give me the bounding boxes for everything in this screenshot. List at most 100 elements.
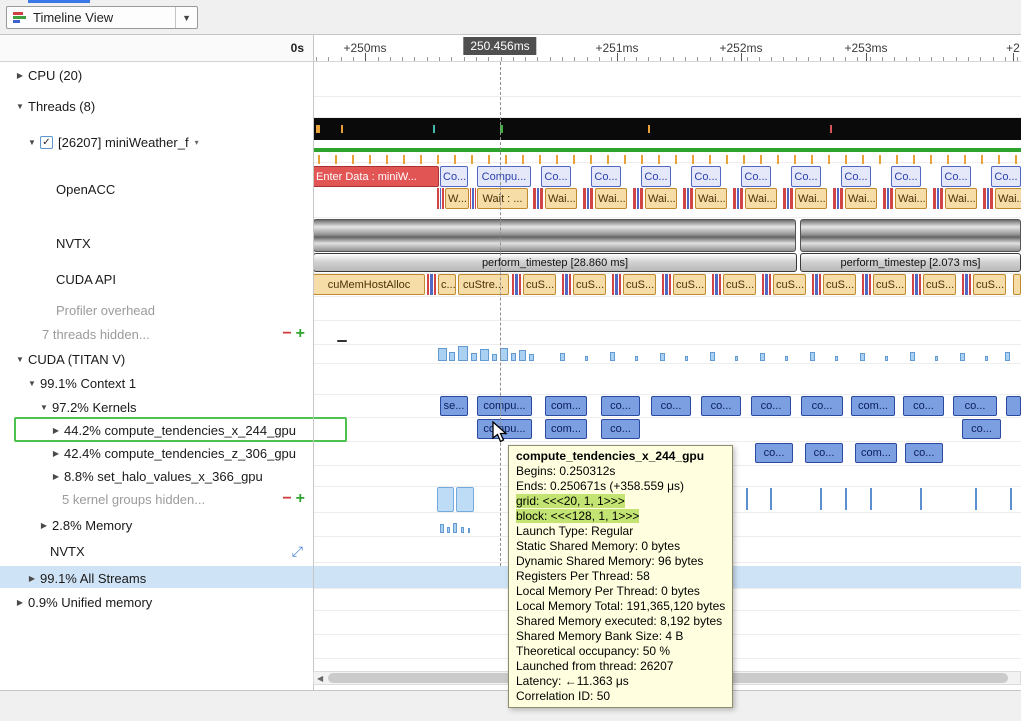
cuda-api-call-bar[interactable]: cuS... bbox=[923, 274, 956, 295]
memory-activity-bar[interactable] bbox=[480, 349, 489, 361]
cuda-kernel-bar[interactable]: co... bbox=[755, 443, 793, 463]
add-filter-icon[interactable]: + bbox=[296, 490, 305, 508]
cuda-kernel-bar[interactable]: se... bbox=[440, 396, 468, 416]
tree-item-7-threads-hidden[interactable]: 7 threads hidden...−+ bbox=[0, 323, 313, 345]
memory-activity-bar[interactable] bbox=[885, 356, 888, 361]
cuda-kernel-bar[interactable]: co... bbox=[601, 396, 640, 416]
openacc-compute-bar[interactable]: Co... bbox=[691, 166, 721, 187]
openacc-wait-bar[interactable]: Wai... bbox=[845, 188, 877, 209]
add-filter-icon[interactable]: + bbox=[296, 325, 305, 343]
openacc-compute-bar[interactable]: Co... bbox=[591, 166, 621, 187]
nvtx-collapsed-ranges-bar[interactable] bbox=[313, 219, 796, 252]
openacc-wait-bar[interactable]: Wai... bbox=[895, 188, 927, 209]
openacc-wait-bar[interactable]: W... bbox=[445, 188, 469, 209]
cuda-kernel-bar[interactable]: co... bbox=[903, 396, 944, 416]
cuda-kernel-bar[interactable]: co... bbox=[651, 396, 691, 416]
panel-divider[interactable] bbox=[313, 35, 314, 690]
memory-activity-bar[interactable] bbox=[447, 527, 450, 533]
nvtx-collapsed-ranges-bar[interactable] bbox=[800, 219, 1021, 252]
openacc-compute-bar[interactable]: Co... bbox=[541, 166, 571, 187]
memory-activity-bar[interactable] bbox=[835, 356, 838, 361]
openacc-wait-bar[interactable]: Wai... bbox=[945, 188, 977, 209]
tree-item-openacc[interactable]: OpenACC bbox=[0, 178, 313, 200]
remove-filter-icon[interactable]: − bbox=[282, 325, 291, 343]
memory-activity-bar[interactable] bbox=[453, 523, 457, 533]
openacc-compute-bar[interactable]: Co... bbox=[891, 166, 921, 187]
chevron-right-icon[interactable]: ▶ bbox=[14, 598, 26, 607]
tree-item-cuda-titan-v[interactable]: ▼CUDA (TITAN V) bbox=[0, 348, 313, 370]
cuda-api-call-bar[interactable]: cuS... bbox=[773, 274, 806, 295]
memory-activity-bar[interactable] bbox=[735, 356, 738, 361]
memory-activity-bar[interactable] bbox=[785, 356, 788, 361]
cuda-api-call-bar[interactable]: cuS... bbox=[973, 274, 1006, 295]
openacc-wait-bar[interactable]: Wai... bbox=[545, 188, 577, 209]
cuda-kernel-bar[interactable]: com... bbox=[545, 419, 587, 439]
tree-item-2-8-memory[interactable]: ▶2.8% Memory bbox=[0, 514, 313, 536]
cuda-kernel-bar[interactable]: com... bbox=[851, 396, 895, 416]
memory-activity-bar[interactable] bbox=[511, 353, 516, 361]
tree-item-5-kernel-groups-hidden[interactable]: 5 kernel groups hidden...−+ bbox=[0, 488, 313, 510]
memory-activity-bar[interactable] bbox=[468, 528, 470, 533]
cuda-api-call-bar[interactable]: cuStre... bbox=[458, 274, 509, 295]
openacc-wait-bar[interactable]: Wai... bbox=[645, 188, 677, 209]
cuda-api-call-bar[interactable]: cuS... bbox=[723, 274, 756, 295]
memory-activity-bar[interactable] bbox=[461, 527, 464, 533]
cuda-kernel-bar[interactable]: co... bbox=[801, 396, 843, 416]
cuda-kernel-bar[interactable]: co... bbox=[905, 443, 943, 463]
chevron-right-icon[interactable]: ▶ bbox=[14, 71, 26, 80]
memory-activity-bar[interactable] bbox=[529, 354, 534, 361]
memory-activity-bar[interactable] bbox=[860, 353, 865, 361]
tree-item-nvtx[interactable]: NVTX⤢ bbox=[0, 540, 313, 562]
openacc-wait-bar[interactable]: Wai... bbox=[995, 188, 1021, 209]
memory-activity-bar[interactable] bbox=[458, 346, 468, 361]
openacc-compute-bar[interactable]: Compu... bbox=[477, 166, 531, 187]
chevron-down-icon[interactable]: ▼ bbox=[14, 355, 26, 364]
row-mark[interactable] bbox=[337, 340, 347, 342]
openacc-compute-bar[interactable]: Co... bbox=[741, 166, 771, 187]
chevron-down-icon[interactable]: ▾ bbox=[195, 138, 199, 147]
remove-filter-icon[interactable]: − bbox=[282, 490, 291, 508]
openacc-wait-bar[interactable]: Wai... bbox=[795, 188, 827, 209]
expand-row-icon[interactable]: ⤢ bbox=[292, 543, 303, 560]
checkbox-checked[interactable]: ✓ bbox=[40, 136, 53, 149]
cuda-api-call-bar[interactable]: cuS... bbox=[823, 274, 856, 295]
memory-activity-bar[interactable] bbox=[685, 356, 688, 361]
cuda-api-call-bar[interactable]: cuS... bbox=[873, 274, 906, 295]
cuda-kernel-bar[interactable] bbox=[1006, 396, 1021, 416]
cuda-api-call-bar[interactable]: cuMemHostAlloc bbox=[313, 274, 425, 295]
hidden-kernel-group-bar[interactable] bbox=[437, 487, 454, 512]
cuda-kernel-bar[interactable]: co... bbox=[962, 419, 1001, 439]
memory-activity-bar[interactable] bbox=[910, 352, 915, 361]
cuda-api-call-bar[interactable] bbox=[1013, 274, 1021, 295]
cuda-kernel-bar[interactable]: co... bbox=[701, 396, 741, 416]
tree-item-0-9-unified-memory[interactable]: ▶0.9% Unified memory bbox=[0, 591, 313, 613]
cuda-kernel-bar[interactable]: co... bbox=[953, 396, 997, 416]
tree-item-nvtx[interactable]: NVTX bbox=[0, 232, 313, 254]
thread-state-bar[interactable] bbox=[313, 118, 1021, 140]
nvtx-range-bar[interactable]: perform_timestep [2.073 ms] bbox=[800, 253, 1021, 272]
memory-activity-bar[interactable] bbox=[500, 348, 508, 361]
tree-item-profiler-overhead[interactable]: Profiler overhead bbox=[0, 299, 313, 321]
cuda-kernel-bar[interactable]: com... bbox=[545, 396, 587, 416]
memory-activity-bar[interactable] bbox=[471, 353, 477, 361]
tree-item-cpu-20[interactable]: ▶CPU (20) bbox=[0, 64, 313, 86]
cuda-kernel-bar[interactable]: co... bbox=[805, 443, 843, 463]
chevron-right-icon[interactable]: ▶ bbox=[38, 521, 50, 530]
cuda-api-call-bar[interactable]: cuS... bbox=[623, 274, 656, 295]
chevron-right-icon[interactable]: ▶ bbox=[50, 449, 62, 458]
openacc-compute-bar[interactable]: Co... bbox=[941, 166, 971, 187]
memory-activity-bar[interactable] bbox=[519, 350, 526, 361]
memory-activity-bar[interactable] bbox=[985, 356, 988, 361]
chevron-right-icon[interactable]: ▶ bbox=[26, 574, 38, 583]
openacc-compute-bar[interactable]: Co... bbox=[440, 166, 468, 187]
nvtx-range-bar[interactable]: perform_timestep [28.860 ms] bbox=[313, 253, 797, 272]
tree-item-threads-8[interactable]: ▼Threads (8) bbox=[0, 95, 313, 117]
cuda-kernel-bar[interactable]: co... bbox=[751, 396, 791, 416]
openacc-compute-bar[interactable]: Co... bbox=[641, 166, 671, 187]
tree-item-99-1-context-1[interactable]: ▼99.1% Context 1 bbox=[0, 372, 313, 394]
memory-activity-bar[interactable] bbox=[560, 353, 565, 361]
memory-activity-bar[interactable] bbox=[635, 356, 638, 361]
cuda-api-call-bar[interactable]: cuS... bbox=[673, 274, 706, 295]
openacc-wait-bar[interactable]: Wai... bbox=[695, 188, 727, 209]
tree-item-8-8-set-halo-values-x-366-gpu[interactable]: ▶8.8% set_halo_values_x_366_gpu bbox=[0, 465, 313, 487]
